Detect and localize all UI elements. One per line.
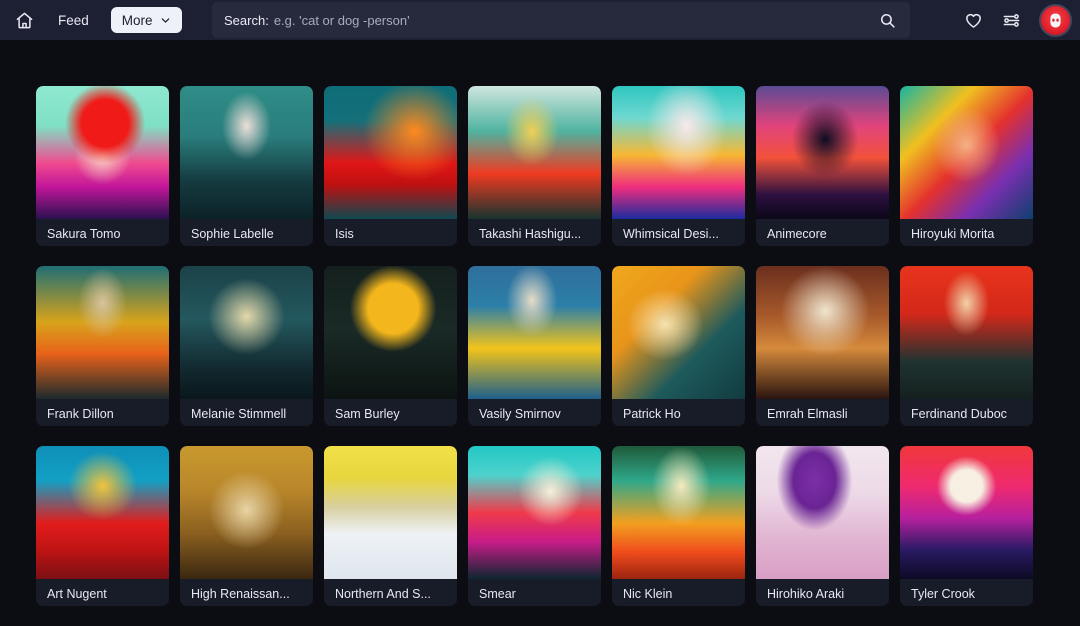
- artist-card-label: Hiroyuki Morita: [911, 227, 995, 241]
- artist-card[interactable]: Art Nugent: [36, 446, 169, 606]
- sliders-icon[interactable]: [999, 8, 1023, 32]
- artist-card[interactable]: Tyler Crook: [900, 446, 1033, 606]
- artist-thumbnail[interactable]: [36, 266, 169, 399]
- sliders-icon-glyph: [1003, 13, 1019, 27]
- artist-card-label: Melanie Stimmell: [191, 407, 287, 421]
- artist-thumbnail[interactable]: [756, 266, 889, 399]
- artist-card[interactable]: Emrah Elmasli: [756, 266, 889, 426]
- header-actions: [961, 0, 1072, 40]
- artist-card[interactable]: Takashi Hashigu...: [468, 86, 601, 246]
- artist-card[interactable]: Nic Klein: [612, 446, 745, 606]
- artist-card[interactable]: Vasily Smirnov: [468, 266, 601, 426]
- artist-card-label: Hirohiko Araki: [767, 587, 845, 601]
- artist-card[interactable]: Hiroyuki Morita: [900, 86, 1033, 246]
- artist-thumbnail[interactable]: [468, 86, 601, 219]
- artist-card-label: Takashi Hashigu...: [479, 227, 582, 241]
- artist-thumbnail[interactable]: [756, 86, 889, 219]
- artist-card-label: Smear: [479, 587, 516, 601]
- artist-thumbnail[interactable]: [900, 86, 1033, 219]
- home-icon[interactable]: [4, 0, 44, 40]
- artist-card-label: Tyler Crook: [911, 587, 975, 601]
- artist-card-label: Animecore: [767, 227, 827, 241]
- artist-card-label: Sam Burley: [335, 407, 400, 421]
- search-input[interactable]: [273, 12, 874, 28]
- artist-thumbnail[interactable]: [36, 86, 169, 219]
- app-header: Feed More Search:: [0, 0, 1080, 40]
- search-icon[interactable]: [874, 7, 900, 33]
- artist-thumbnail[interactable]: [324, 446, 457, 579]
- nav-link-feed[interactable]: Feed: [52, 9, 95, 32]
- home-icon-glyph: [16, 12, 32, 28]
- artist-thumbnail[interactable]: [900, 446, 1033, 579]
- artist-card-label: Patrick Ho: [623, 407, 681, 421]
- artist-card[interactable]: Sakura Tomo: [36, 86, 169, 246]
- user-avatar-glyph: [1050, 13, 1061, 27]
- artist-card[interactable]: Animecore: [756, 86, 889, 246]
- artist-card[interactable]: Ferdinand Duboc: [900, 266, 1033, 426]
- artist-card[interactable]: Isis: [324, 86, 457, 246]
- artist-card-label: Ferdinand Duboc: [911, 407, 1007, 421]
- artist-card[interactable]: Sam Burley: [324, 266, 457, 426]
- more-button[interactable]: More: [110, 7, 182, 33]
- artist-card-label: Sophie Labelle: [191, 227, 274, 241]
- artist-thumbnail[interactable]: [900, 266, 1033, 399]
- heart-icon-glyph: [965, 13, 981, 28]
- artist-grid: Sakura Tomo Sophie Labelle Isis Takashi Has…: [0, 40, 1080, 626]
- artist-card[interactable]: Sophie Labelle: [180, 86, 313, 246]
- heart-icon[interactable]: [961, 8, 985, 32]
- artist-card-label: Sakura Tomo: [47, 227, 121, 241]
- artist-thumbnail[interactable]: [468, 266, 601, 399]
- artist-thumbnail[interactable]: [468, 446, 601, 579]
- avatar[interactable]: [1039, 3, 1072, 37]
- more-button-label: More: [121, 12, 153, 28]
- artist-card-label: Isis: [335, 227, 354, 241]
- artist-card[interactable]: Patrick Ho: [612, 266, 745, 426]
- artist-thumbnail[interactable]: [180, 266, 313, 399]
- artist-card[interactable]: High Renaissan...: [180, 446, 313, 606]
- artist-thumbnail[interactable]: [612, 446, 745, 579]
- search-icon-glyph: [880, 13, 895, 28]
- artist-card-label: Art Nugent: [47, 587, 107, 601]
- artist-thumbnail[interactable]: [756, 446, 889, 579]
- artist-thumbnail[interactable]: [612, 86, 745, 219]
- artist-card-label: Nic Klein: [623, 587, 673, 601]
- artist-card[interactable]: Hirohiko Araki: [756, 446, 889, 606]
- artist-card[interactable]: Frank Dillon: [36, 266, 169, 426]
- artist-thumbnail[interactable]: [36, 446, 169, 579]
- artist-thumbnail[interactable]: [612, 266, 745, 399]
- artist-card-label: High Renaissan...: [191, 587, 290, 601]
- artist-thumbnail[interactable]: [324, 86, 457, 219]
- search-bar[interactable]: Search:: [212, 2, 910, 38]
- artist-card[interactable]: Melanie Stimmell: [180, 266, 313, 426]
- artist-thumbnail[interactable]: [180, 86, 313, 219]
- artist-card[interactable]: Whimsical Desi...: [612, 86, 745, 246]
- artist-thumbnail[interactable]: [324, 266, 457, 399]
- artist-card-label: Northern And S...: [335, 587, 431, 601]
- chevron-down-icon: [161, 17, 169, 23]
- search-prefix-label: Search:: [224, 12, 269, 28]
- artist-card-label: Frank Dillon: [47, 407, 114, 421]
- artist-card-label: Vasily Smirnov: [479, 407, 561, 421]
- artist-card-label: Whimsical Desi...: [623, 227, 719, 241]
- artist-card-label: Emrah Elmasli: [767, 407, 848, 421]
- artist-thumbnail[interactable]: [180, 446, 313, 579]
- artist-card[interactable]: Northern And S...: [324, 446, 457, 606]
- artist-card[interactable]: Smear: [468, 446, 601, 606]
